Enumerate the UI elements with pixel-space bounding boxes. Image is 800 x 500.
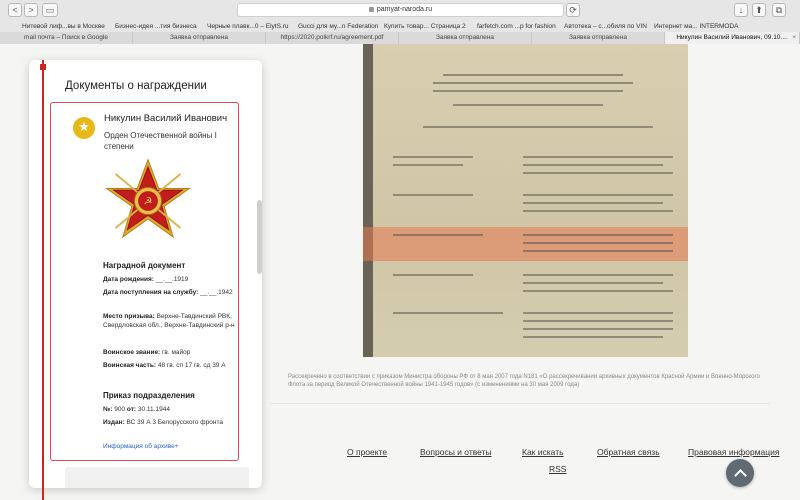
service-date-field: Дата поступления на службу: __.__.1942: [103, 289, 233, 296]
document-highlight-row: [363, 227, 688, 261]
tabs-overview-icon[interactable]: ⧉: [772, 3, 786, 17]
archive-document-image[interactable]: [363, 44, 688, 357]
award-name: Орден Отечественной войны I степени: [104, 131, 217, 151]
tab[interactable]: Заявка отправлена: [133, 32, 266, 44]
footer-link-faq[interactable]: Вопросы и ответы: [420, 447, 492, 457]
sidebar-toggle-icon[interactable]: ▭: [42, 3, 58, 17]
address-text: pamyat-naroda.ru: [376, 6, 433, 13]
panel-title: Документы о награждении: [65, 80, 207, 92]
bookmark-item[interactable]: farfetch.com ...p for fashion: [477, 21, 556, 32]
order-medal-icon: ☭: [105, 158, 191, 239]
bookmark-item[interactable]: Нитевой лиф...вы в Москве: [22, 21, 105, 32]
award-document-heading: Наградной документ: [103, 261, 186, 270]
award-card[interactable]: Никулин Василий Иванович Орден Отечестве…: [50, 102, 239, 461]
reload-icon[interactable]: ⟳: [566, 3, 580, 17]
bookmarks-bar: Нитевой лиф...вы в Москве Бизнес-идея ..…: [0, 21, 800, 32]
footer-divider: [270, 403, 770, 404]
bookmark-item[interactable]: Купить товар... Страница 2: [384, 21, 466, 32]
download-icon[interactable]: ↓: [734, 3, 748, 17]
star-icon: [73, 117, 95, 139]
rank-field: Воинское звание: гв. майор: [103, 349, 191, 356]
lock-icon: [368, 6, 374, 12]
address-bar[interactable]: pamyat-naroda.ru: [237, 3, 564, 17]
birth-date-field: Дата рождения: __.__.1919: [103, 276, 189, 283]
rss-link[interactable]: RSS: [549, 464, 566, 474]
tab-active[interactable]: Никулин Василий Иванович, 09.10.... ×: [665, 32, 800, 44]
person-name: Никулин Василий Иванович: [104, 113, 228, 124]
share-icon[interactable]: ⬆: [752, 3, 766, 17]
tab[interactable]: mail почта – Поиск в Google: [0, 32, 133, 44]
bookmark-item[interactable]: Бизнес-идея ...тия бизнеса: [115, 21, 197, 32]
order-number-field: №: 900 от: 30.11.1944: [103, 406, 170, 413]
order-heading: Приказ подразделения: [103, 391, 195, 400]
svg-text:☭: ☭: [144, 197, 153, 208]
browser-chrome: < > ▭ pamyat-naroda.ru ⟳ ↓ ⬆ ⧉ Нитевой л…: [0, 0, 800, 44]
bookmark-item[interactable]: Интернет ма... INTERMODA: [654, 21, 738, 32]
panel-scrollbar[interactable]: [257, 200, 262, 274]
document-frame: [363, 44, 373, 357]
scroll-to-top-button[interactable]: [726, 459, 754, 487]
declassification-caption: Рассекречено в соответствии с приказом М…: [288, 374, 760, 388]
bookmark-item[interactable]: Gucci для му...n Federation: [298, 21, 378, 32]
timeline-line: [42, 60, 44, 500]
timeline-dot: [40, 64, 46, 70]
bookmark-item[interactable]: Автотека – с...обиля по VIN: [564, 21, 647, 32]
draft-place-field: Место призыва: Верхне-Тавдинский РВК, Св…: [103, 313, 235, 329]
issuer-field: Издан: ВС 39 А 3 Белорусского фронта: [103, 419, 223, 426]
close-tab-icon[interactable]: ×: [792, 32, 796, 44]
archive-info-link[interactable]: Информация об архиве+: [103, 443, 179, 450]
footer-link-legal[interactable]: Правовая информация: [688, 447, 780, 457]
back-button[interactable]: <: [8, 3, 22, 17]
tab-bar: mail почта – Поиск в Google Заявка отпра…: [0, 32, 800, 44]
awards-panel: Документы о награждении Никулин Василий …: [29, 60, 262, 488]
tab[interactable]: Заявка отправлена: [399, 32, 532, 44]
tab[interactable]: Заявка отправлена: [532, 32, 665, 44]
next-award-card[interactable]: [65, 467, 249, 488]
footer-link-how-to-search[interactable]: Как искать: [522, 447, 564, 457]
unit-field: Воинская часть: 48 гв. сп 17 гв. сд 39 А: [103, 362, 226, 369]
bookmark-item[interactable]: Черные плавк...0 – ElytS.ru: [207, 21, 289, 32]
footer-link-about[interactable]: О проекте: [347, 447, 387, 457]
tab[interactable]: https://2020.polkrf.ru/agreement.pdf: [266, 32, 399, 44]
forward-button[interactable]: >: [24, 3, 38, 17]
footer-link-feedback[interactable]: Обратная связь: [597, 447, 660, 457]
